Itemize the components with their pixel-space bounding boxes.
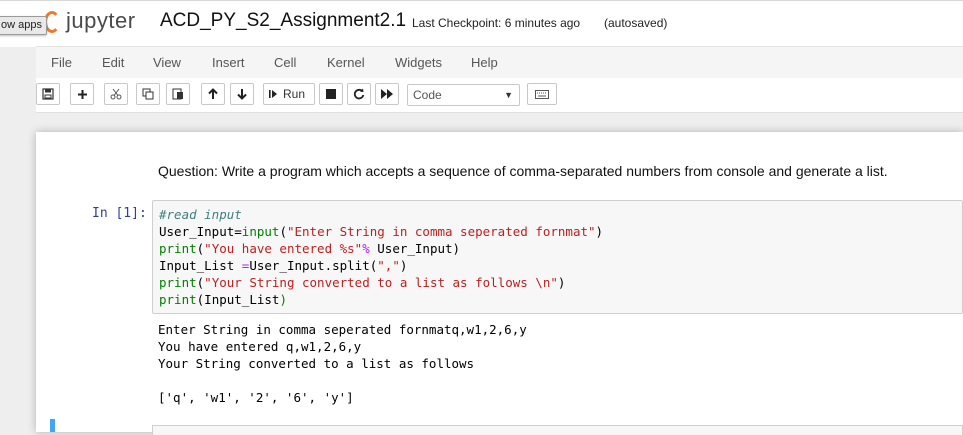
menu-view[interactable]: View (153, 55, 181, 70)
output-line: Your String converted to a list as follo… (158, 356, 475, 371)
move-down-button[interactable] (230, 83, 254, 105)
fast-forward-icon (381, 89, 393, 99)
move-up-button[interactable] (201, 83, 225, 105)
save-icon (42, 88, 54, 100)
notebook-header: jupyter ACD_PY_S2_Assignment2.1 Last Che… (0, 0, 963, 47)
cut-button[interactable] (104, 83, 128, 105)
autosave-status: (autosaved) (604, 16, 668, 30)
paste-button[interactable] (166, 83, 190, 105)
keyboard-icon (535, 89, 549, 99)
show-apps-button[interactable]: ow apps (0, 16, 47, 35)
run-icon (269, 90, 277, 98)
menu-help[interactable]: Help (471, 55, 498, 70)
menu-insert[interactable]: Insert (212, 55, 245, 70)
cut-icon (110, 88, 122, 100)
checkpoint-status: Last Checkpoint: 6 minutes ago (412, 16, 581, 30)
copy-button[interactable] (136, 83, 160, 105)
run-all-button[interactable] (375, 83, 399, 105)
notebook-title[interactable]: ACD_PY_S2_Assignment2.1 (160, 10, 406, 32)
code-line: print("You have entered %s"% User_Input) (159, 241, 461, 256)
copy-icon (142, 88, 154, 100)
run-button[interactable]: Run (263, 83, 315, 105)
menubar: File Edit View Insert Cell Kernel Widget… (36, 46, 963, 79)
jupyter-logo[interactable]: jupyter (44, 7, 144, 37)
code-input-area[interactable]: #read input User_Input=input("Enter Stri… (152, 200, 963, 314)
restart-button[interactable] (347, 83, 371, 105)
code-line: print("Your String converted to a list a… (159, 275, 566, 290)
cell-type-select[interactable]: Code ▼ (407, 84, 520, 106)
interrupt-button[interactable] (319, 83, 343, 105)
stop-icon (326, 89, 336, 99)
code-line: User_Input=input("Enter String in comma … (159, 224, 604, 239)
run-label: Run (283, 87, 306, 101)
cell-type-value: Code (413, 88, 442, 102)
notebook-container: Question: Write a program which accepts … (36, 132, 963, 435)
menu-cell[interactable]: Cell (274, 55, 296, 70)
output-line: You have entered q,w1,2,6,y (158, 339, 362, 354)
output-line: Enter String in comma seperated fornmatq… (158, 322, 527, 337)
menu-edit[interactable]: Edit (102, 55, 124, 70)
menu-kernel[interactable]: Kernel (327, 55, 365, 70)
save-button[interactable] (36, 83, 60, 105)
move-up-icon (208, 88, 218, 99)
add-cell-button[interactable] (70, 83, 94, 105)
add-cell-icon (77, 89, 87, 99)
paste-icon (172, 88, 183, 100)
markdown-cell[interactable]: Question: Write a program which accepts … (158, 163, 888, 179)
code-line: #read input (159, 207, 242, 222)
next-code-input-area[interactable] (152, 425, 963, 435)
menu-file[interactable]: File (51, 55, 72, 70)
menu-widgets[interactable]: Widgets (395, 55, 442, 70)
command-palette-button[interactable] (527, 83, 557, 105)
move-down-icon (237, 89, 247, 100)
code-line: print(Input_List) (159, 292, 287, 307)
code-line: Input_List =User_Input.split(",") (159, 258, 408, 273)
restart-icon (353, 88, 365, 100)
toolbar: Run Code ▼ (36, 78, 963, 113)
output-line: ['q', 'w1', '2', '6', 'y'] (158, 390, 354, 405)
selected-cell-indicator (50, 419, 55, 432)
chevron-down-icon: ▼ (504, 90, 513, 100)
input-prompt: In [1]: (92, 206, 147, 221)
logo-text: jupyter (66, 8, 136, 33)
